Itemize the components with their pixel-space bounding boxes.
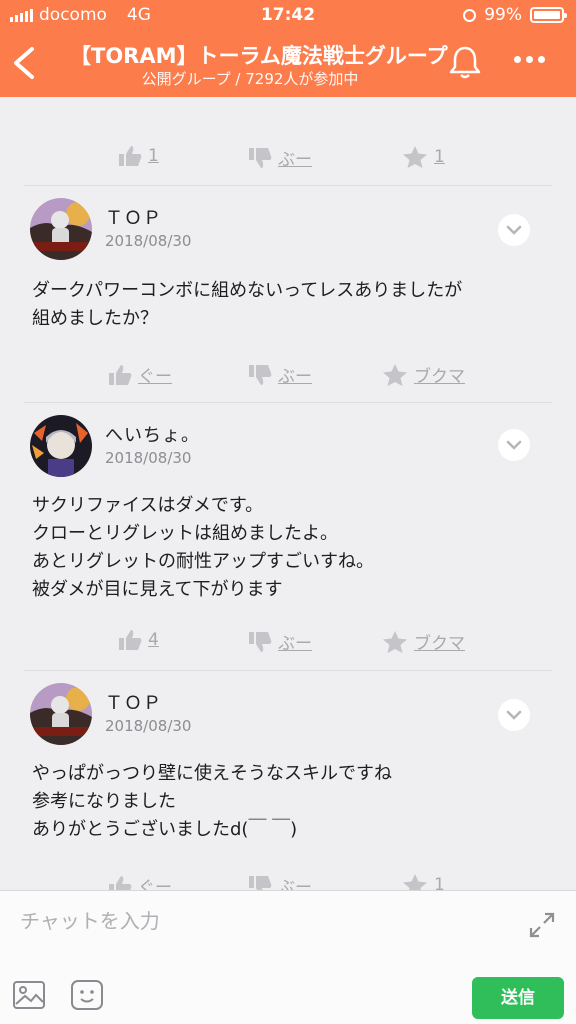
avatar[interactable] (30, 415, 92, 477)
avatar[interactable] (30, 683, 92, 745)
star-icon (383, 363, 407, 386)
post-date: 2018/08/30 (105, 232, 192, 250)
thumbs-down-icon (249, 364, 272, 385)
thumbs-down-icon (249, 875, 272, 890)
divider (24, 185, 552, 186)
chat-input-bar: チャットを入力 送信 (0, 890, 576, 1024)
thumbs-up-icon (109, 364, 132, 385)
reaction-row: ぐー ぶー 1 (0, 865, 576, 890)
bookmark-button[interactable]: ブクマ (382, 362, 465, 387)
bookmark-button[interactable]: ブクマ (382, 629, 465, 654)
post-body: やっぱがっつり壁に使えそうなスキルですね 参考になりました ありがとうございまし… (32, 763, 392, 840)
divider (24, 670, 552, 671)
boo-button[interactable]: ぶー (248, 629, 312, 654)
reaction-row: 1 ぶー 1 (0, 137, 576, 177)
post-author: ＴＯＰ (105, 693, 162, 714)
rotation-lock-icon (463, 8, 477, 22)
thumbs-down-icon (249, 147, 272, 168)
bookmark-button[interactable]: 1 (402, 145, 445, 169)
more-dots-icon[interactable] (514, 56, 545, 63)
thumbs-down-icon (249, 631, 272, 652)
send-button[interactable]: 送信 (472, 977, 564, 1019)
star-icon (403, 146, 427, 168)
reaction-row: 4 ぶー ブクマ (0, 621, 576, 661)
bookmark-button[interactable]: 1 (402, 873, 445, 890)
boo-button[interactable]: ぶー (248, 145, 312, 170)
good-button[interactable]: ぐー (108, 362, 172, 387)
post-body: サクリファイスはダメです。 クローとリグレットは組めましたよ。 あとリグレットの… (32, 495, 374, 600)
good-button[interactable]: 4 (118, 629, 159, 651)
post-menu-button[interactable] (498, 214, 530, 246)
boo-button[interactable]: ぶー (248, 362, 312, 387)
battery-percent: 99% (484, 5, 522, 25)
emoji-icon[interactable] (70, 979, 104, 1011)
battery-icon (530, 7, 567, 23)
good-button[interactable]: 1 (118, 145, 159, 167)
top-bar: docomo 4G 17:42 99% 【TORAM】トーラム魔法戦士グループ … (0, 0, 576, 97)
post-author: へいちょ。 (105, 425, 200, 446)
expand-icon[interactable] (528, 911, 556, 939)
post-body: ダークパワーコンボに組めないってレスありましたが 組めましたか？ (32, 280, 463, 329)
post-menu-button[interactable] (498, 429, 530, 461)
navigation-bar: 【TORAM】トーラム魔法戦士グループ 公開グループ / 7292人が参加中 (0, 30, 576, 97)
thumbs-up-icon (119, 630, 142, 650)
good-button[interactable]: ぐー (108, 873, 172, 890)
post-date: 2018/08/30 (105, 449, 192, 467)
chevron-down-icon (506, 710, 522, 720)
post-menu-button[interactable] (498, 699, 530, 731)
thumbs-up-icon (119, 146, 142, 166)
avatar[interactable] (30, 198, 92, 260)
image-icon[interactable] (12, 979, 46, 1011)
reaction-row: ぐー ぶー ブクマ (0, 354, 576, 394)
group-title: 【TORAM】トーラム魔法戦士グループ (70, 44, 448, 68)
status-bar: docomo 4G 17:42 99% (0, 0, 576, 30)
star-icon (383, 630, 407, 653)
post-date: 2018/08/30 (105, 717, 192, 735)
chevron-down-icon (506, 440, 522, 450)
post-author: ＴＯＰ (105, 208, 162, 229)
boo-button[interactable]: ぶー (248, 873, 312, 890)
divider (24, 402, 552, 403)
chat-input[interactable]: チャットを入力 (20, 905, 160, 934)
bell-icon[interactable] (448, 44, 482, 80)
star-icon (403, 874, 427, 890)
chevron-down-icon (506, 225, 522, 235)
message-feed[interactable]: 1 ぶー 1 ＴＯＰ 2018/08/30 ダークパワーコンボに組めないってレス… (0, 97, 576, 890)
group-subtitle: 公開グループ / 7292人が参加中 (141, 70, 359, 88)
back-chevron-icon[interactable] (10, 46, 38, 80)
thumbs-up-icon (109, 875, 132, 890)
